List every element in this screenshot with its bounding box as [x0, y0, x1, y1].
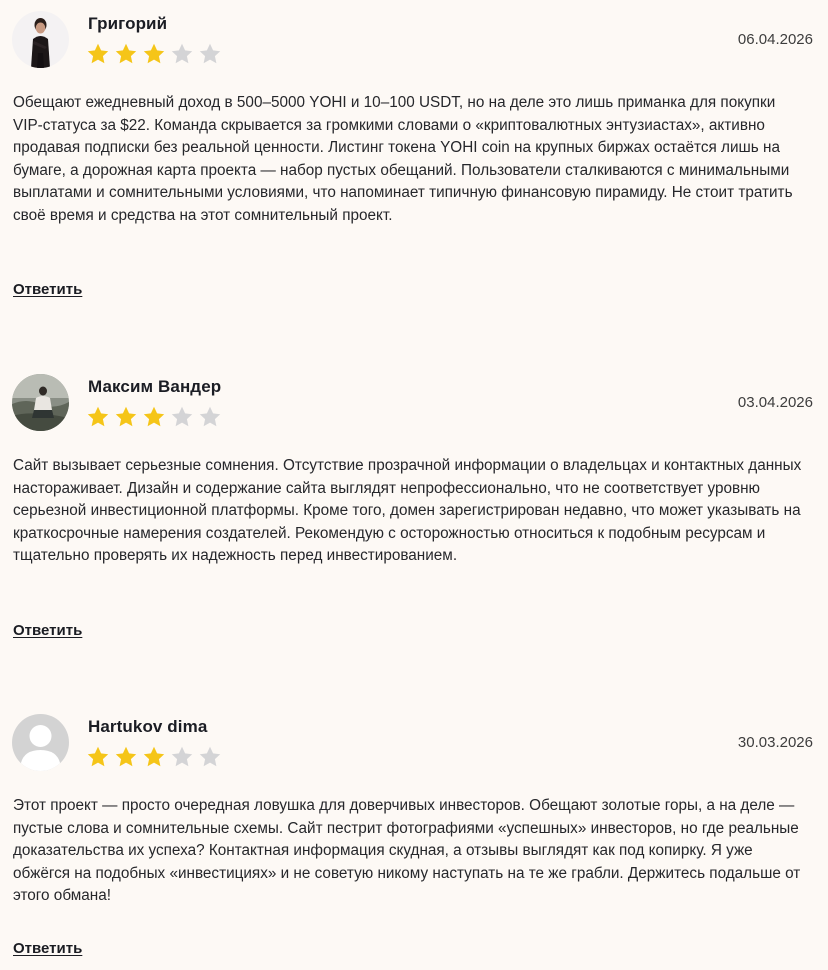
- star-empty-icon: [199, 43, 221, 64]
- avatar: [12, 11, 69, 68]
- rating-stars: [86, 405, 222, 431]
- reply-link[interactable]: Ответить: [13, 940, 82, 957]
- review-text: Этот проект — просто очередная ловушка д…: [13, 797, 801, 905]
- review-author: Григорий: [88, 14, 168, 33]
- star-empty-icon: [171, 406, 193, 427]
- review-date: 30.03.2026: [737, 734, 813, 751]
- rating-stars: [86, 745, 222, 771]
- review-text: Обещают ежедневный доход в 500–5000 YOHI…: [13, 94, 793, 224]
- review-date: 03.04.2026: [737, 394, 813, 411]
- star-filled-icon: [143, 43, 165, 64]
- star-filled-icon: [115, 43, 137, 64]
- review-author: Hartukov dima: [88, 717, 208, 736]
- star-filled-icon: [143, 746, 165, 767]
- avatar: [12, 714, 69, 771]
- rating-stars: [86, 42, 222, 68]
- star-empty-icon: [199, 406, 221, 427]
- star-filled-icon: [115, 746, 137, 767]
- star-filled-icon: [87, 406, 109, 427]
- reply-link[interactable]: Ответить: [13, 281, 82, 298]
- star-filled-icon: [87, 746, 109, 767]
- star-filled-icon: [115, 406, 137, 427]
- star-filled-icon: [87, 43, 109, 64]
- review-text: Сайт вызывает серьезные сомнения. Отсутс…: [13, 457, 802, 565]
- review-author: Максим Вандер: [88, 377, 222, 396]
- star-empty-icon: [199, 746, 221, 767]
- review-date: 06.04.2026: [737, 31, 813, 48]
- avatar: [12, 374, 69, 431]
- star-empty-icon: [171, 43, 193, 64]
- star-filled-icon: [143, 406, 165, 427]
- reply-link[interactable]: Ответить: [13, 622, 82, 639]
- star-empty-icon: [171, 746, 193, 767]
